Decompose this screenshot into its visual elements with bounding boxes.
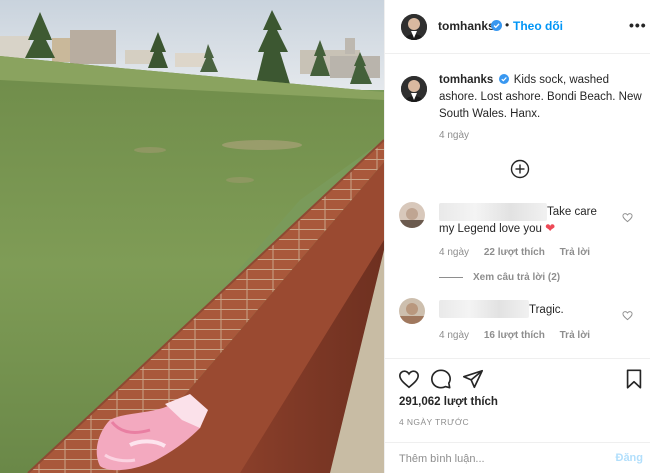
comment-meta: 4 ngày 22 lượt thích Trả lời xyxy=(439,247,602,258)
follow-button[interactable]: Theo dõi xyxy=(513,19,563,33)
comment-likes[interactable]: 16 lượt thích xyxy=(484,330,545,341)
reply-button[interactable]: Trả lời xyxy=(560,330,590,341)
author-avatar[interactable] xyxy=(401,14,427,40)
photo-scene xyxy=(0,0,384,473)
post-timestamp[interactable]: 4 NGÀY TRƯỚC xyxy=(399,417,469,427)
paper-plane-icon[interactable] xyxy=(462,368,484,390)
comment-meta: 4 ngày 16 lượt thích Trả lời xyxy=(439,330,602,341)
comment-text-part1: Take care xyxy=(547,206,597,218)
comment-text: my Legend love you ❤ xyxy=(439,221,556,235)
more-options-icon[interactable]: ••• xyxy=(629,17,647,33)
post-header: tomhanks • Theo dõi ••• xyxy=(385,0,650,54)
verified-badge-icon xyxy=(498,74,509,84)
reply-button[interactable]: Trả lời xyxy=(560,247,590,258)
commenter-avatar[interactable] xyxy=(399,202,425,228)
caption: tomhanks Kids sock, washed ashore. Lost … xyxy=(439,72,644,123)
commenter-name-blurred xyxy=(439,300,529,318)
comment-age[interactable]: 4 ngày xyxy=(439,330,469,341)
plus-circle-icon[interactable] xyxy=(510,159,530,179)
comment-age[interactable]: 4 ngày xyxy=(439,247,469,258)
like-count[interactable]: 291,062 lượt thích xyxy=(399,396,498,408)
header-separator: • xyxy=(505,18,510,32)
bookmark-icon[interactable] xyxy=(623,368,645,390)
red-heart-emoji: ❤ xyxy=(545,221,556,235)
add-comment-bar: Đăng xyxy=(385,442,650,473)
comment-likes[interactable]: 22 lượt thích xyxy=(484,247,545,258)
post-actions: 291,062 lượt thích 4 NGÀY TRƯỚC Đăng xyxy=(385,358,650,473)
post-comment-button[interactable]: Đăng xyxy=(616,452,644,464)
comment-heart-icon[interactable] xyxy=(622,310,633,321)
heart-icon[interactable] xyxy=(398,368,420,390)
view-replies-button[interactable]: Xem câu trả lời (2) xyxy=(439,272,560,283)
author-username[interactable]: tomhanks xyxy=(438,19,495,33)
view-replies-label: Xem câu trả lời (2) xyxy=(473,272,561,283)
caption-username[interactable]: tomhanks xyxy=(439,74,493,86)
comment-input[interactable] xyxy=(399,451,594,467)
caption-age[interactable]: 4 ngày xyxy=(439,130,469,141)
post-panel: tomhanks • Theo dõi ••• tomhanks Kids so… xyxy=(384,0,650,473)
post-photo[interactable] xyxy=(0,0,384,473)
verified-badge-icon xyxy=(491,20,502,31)
comment-text: Tragic. xyxy=(529,304,564,316)
comment-bubble-icon[interactable] xyxy=(430,368,452,390)
replies-divider xyxy=(439,276,463,278)
comment-heart-icon[interactable] xyxy=(622,212,633,223)
commenter-avatar[interactable] xyxy=(399,298,425,324)
caption-avatar[interactable] xyxy=(401,76,427,102)
commenter-name-blurred xyxy=(439,203,547,221)
